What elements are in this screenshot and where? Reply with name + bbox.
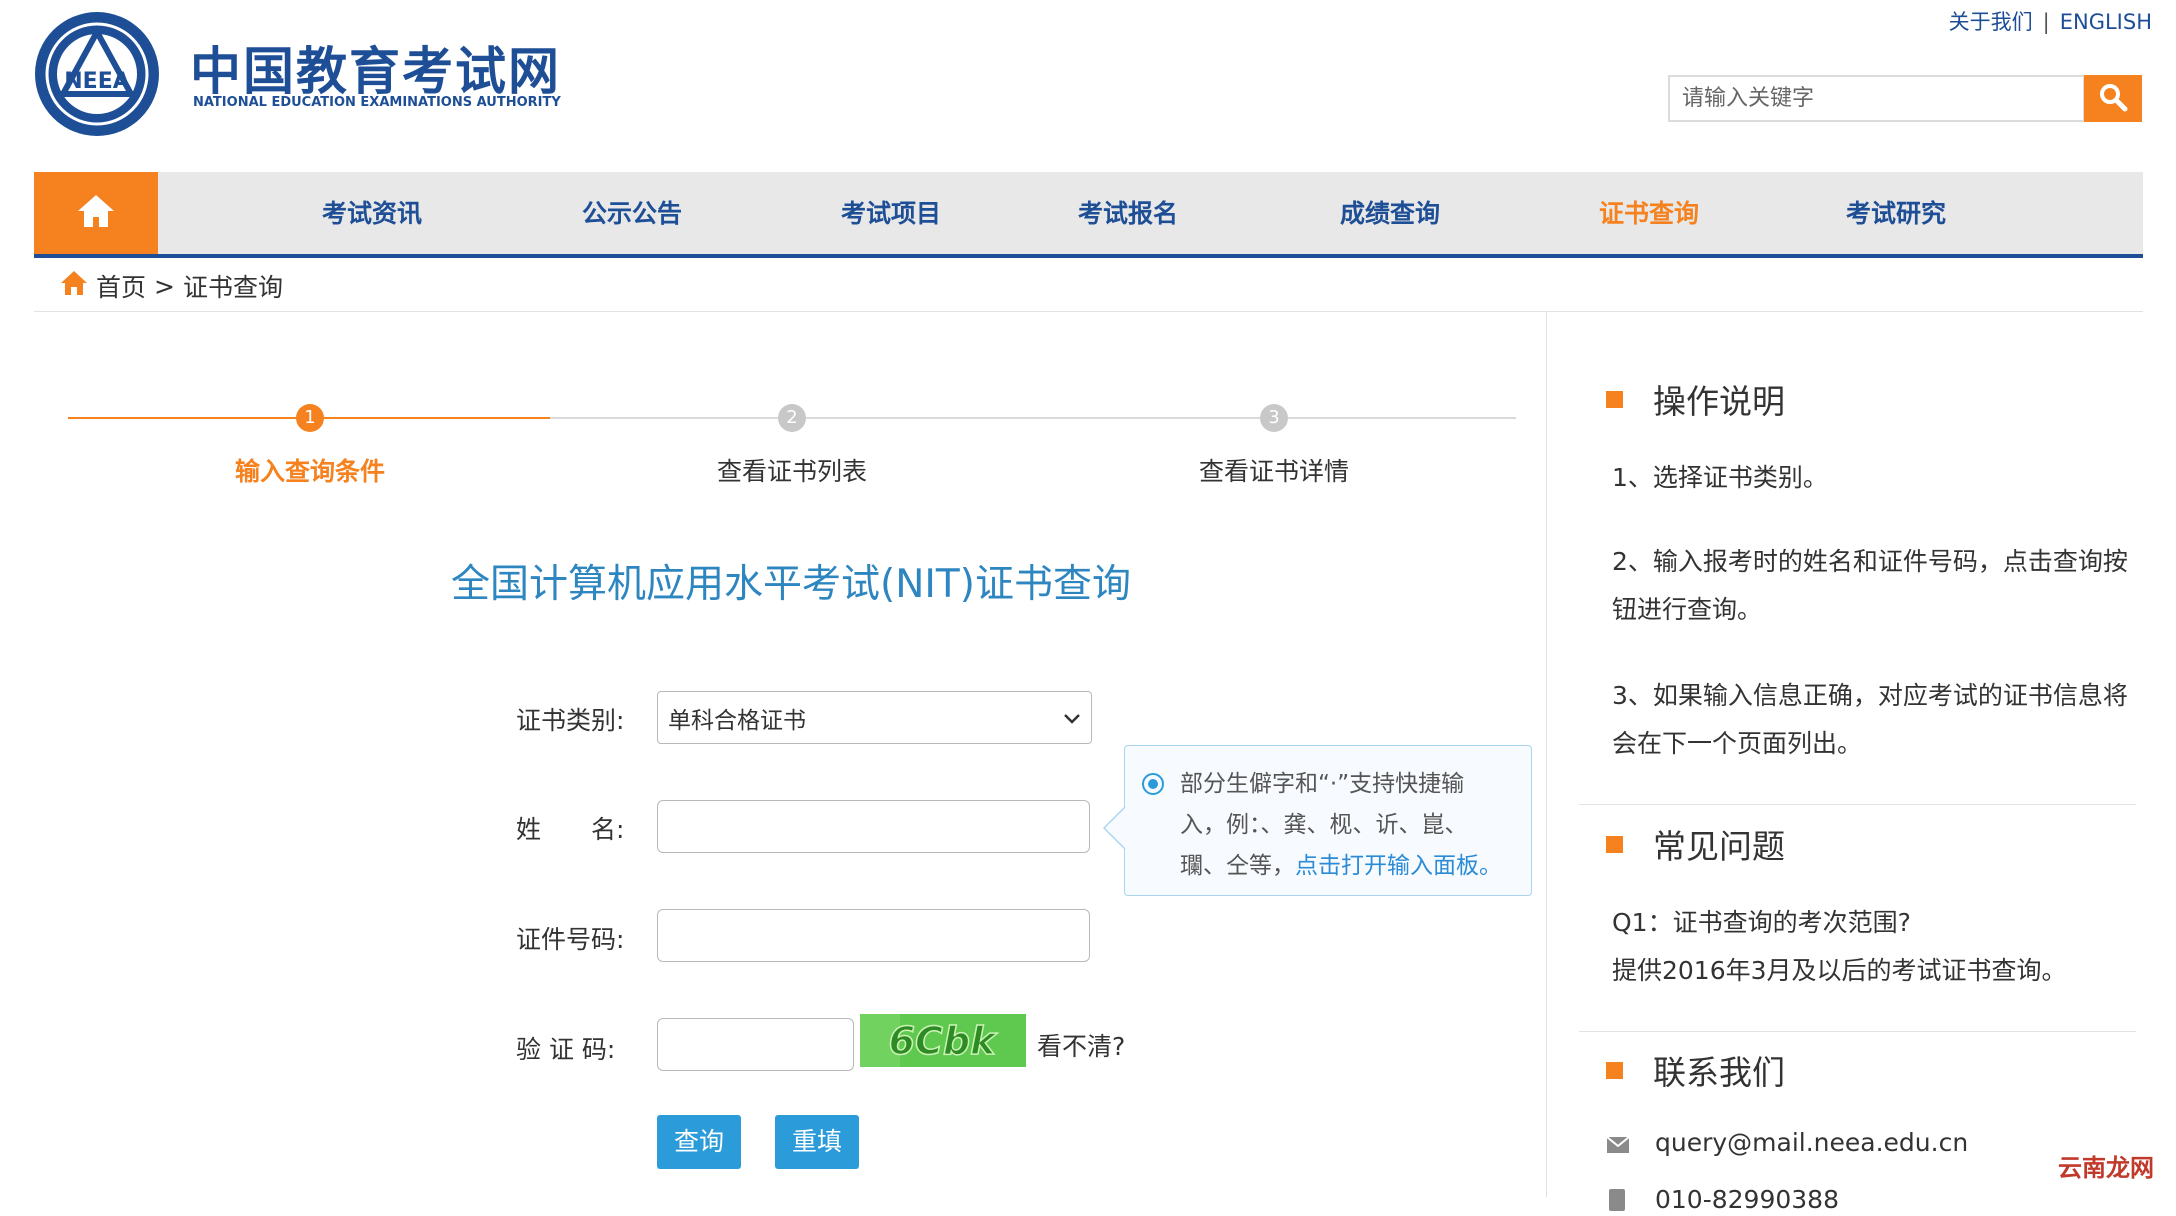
contact-email[interactable]: query@mail.neea.edu.cn: [1655, 1128, 1968, 1157]
info-radio-icon: [1142, 773, 1164, 795]
captcha-refresh-link[interactable]: 看不清?: [1037, 1027, 1125, 1063]
cert-type-select[interactable]: 单科合格证书: [657, 691, 1092, 744]
logo-emblem-text: NEEA: [64, 69, 130, 94]
name-label: 姓 名:: [516, 815, 625, 844]
breadcrumb-current: 证书查询: [182, 273, 283, 302]
top-links: 关于我们 | ENGLISH: [1949, 6, 2152, 36]
query-button[interactable]: 查询: [657, 1115, 741, 1169]
site-logo-chinese[interactable]: 中国教育考试网: [190, 30, 561, 104]
breadcrumb-divider: [34, 311, 2143, 312]
id-number-input[interactable]: [657, 909, 1090, 962]
step-1-indicator: 1: [296, 404, 324, 432]
nav-item-certificate-query[interactable]: 证书查询: [1599, 172, 1699, 254]
faq-heading-text: 常见问题: [1653, 827, 1785, 866]
search-button[interactable]: [2084, 75, 2142, 122]
nav-item-announcements[interactable]: 公示公告: [582, 172, 682, 254]
nav-home-button[interactable]: [34, 172, 158, 254]
contact-heading-text: 联系我们: [1653, 1053, 1785, 1092]
captcha-label: 验 证 码:: [516, 1035, 616, 1064]
english-link[interactable]: ENGLISH: [2060, 10, 2152, 34]
captcha-image[interactable]: 6Cbk: [860, 1014, 1026, 1067]
step-1-label: 输入查询条件: [234, 457, 386, 486]
form-title: 全国计算机应用水平考试(NIT)证书查询: [451, 562, 1131, 607]
faq-answer: 提供2016年3月及以后的考试证书查询。: [1612, 956, 2067, 985]
sidebar-section-divider-1: [1579, 804, 2136, 805]
reset-button[interactable]: 重填: [775, 1115, 859, 1169]
tooltip-arrow-inner: [1105, 807, 1126, 849]
breadcrumb-separator: >: [154, 271, 175, 301]
sidebar-divider: [1546, 312, 1547, 1197]
breadcrumb-home[interactable]: 首页: [96, 268, 146, 304]
open-input-panel-link[interactable]: 点击打开输入面板。: [1295, 853, 1502, 879]
cert-type-selected-value: 单科合格证书: [668, 707, 806, 734]
nav-item-registration[interactable]: 考试报名: [1078, 172, 1178, 254]
breadcrumb: 首页 > 证书查询: [60, 268, 283, 304]
email-icon: [1606, 1136, 1630, 1158]
chevron-down-icon: [1063, 705, 1081, 731]
tooltip-line-1: 部分生僻字和“·”支持快捷输: [1180, 771, 1465, 797]
cert-type-label: 证书类别:: [516, 706, 625, 735]
ops-heading-square-icon: [1606, 390, 1623, 408]
phone-icon: [1608, 1188, 1626, 1216]
id-number-label: 证件号码:: [516, 925, 625, 954]
top-links-separator: |: [2042, 10, 2050, 34]
sidebar-section-divider-2: [1579, 1031, 2136, 1032]
neea-logo-emblem[interactable]: NEEA: [33, 10, 161, 138]
site-logo-english: NATIONAL EDUCATION EXAMINATIONS AUTHORIT…: [193, 95, 561, 110]
ops-heading-text: 操作说明: [1653, 382, 1785, 421]
contact-phone: 010-82990388: [1655, 1185, 1839, 1214]
faq-question: Q1：证书查询的考次范围?: [1612, 908, 1911, 937]
contact-heading-square-icon: [1606, 1061, 1623, 1079]
nav-item-exam-projects[interactable]: 考试项目: [841, 172, 941, 254]
home-icon: [76, 193, 116, 233]
nav-item-exam-research[interactable]: 考试研究: [1846, 172, 1946, 254]
tooltip-line-2: 入，例：、龚、枧、䜣、崑、: [1180, 812, 1468, 838]
ops-item-3: 3、如果输入信息正确，对应考试的证书信息将会在下一个页面列出。: [1612, 681, 2128, 758]
nav-item-exam-news[interactable]: 考试资讯: [322, 172, 422, 254]
search-input[interactable]: [1670, 77, 2094, 120]
input-tip-box: 部分生僻字和“·”支持快捷输 入，例：、龚、枧、䜣、崑、 瓓、仝等，点击打开输入…: [1124, 745, 1532, 896]
tooltip-line-3: 瓓、仝等，点击打开输入面板。: [1180, 846, 1513, 887]
step-2-label: 查看证书列表: [716, 457, 868, 486]
step-3-label: 查看证书详情: [1198, 457, 1350, 486]
nav-item-score-query[interactable]: 成绩查询: [1340, 172, 1440, 254]
search-box: [1668, 75, 2094, 122]
faq-heading: 常见问题: [1606, 820, 1785, 868]
faq-heading-square-icon: [1606, 835, 1623, 853]
watermark-logo: 云南龙网: [2058, 1154, 2154, 1182]
step-2-indicator: 2: [778, 404, 806, 432]
breadcrumb-home-icon: [60, 270, 88, 302]
ops-heading: 操作说明: [1606, 375, 1785, 423]
ops-item-1: 1、选择证书类别。: [1612, 463, 1828, 492]
name-input[interactable]: [657, 800, 1090, 853]
about-us-link[interactable]: 关于我们: [1949, 6, 2033, 36]
main-nav: 考试资讯 公示公告 考试项目 考试报名 成绩查询 证书查询 考试研究: [34, 172, 2143, 258]
contact-heading: 联系我们: [1606, 1046, 1785, 1094]
tooltip-line-3-text: 瓓、仝等，: [1180, 853, 1295, 879]
ops-item-2: 2、输入报考时的姓名和证件号码，点击查询按钮进行查询。: [1612, 547, 2128, 624]
step-progress-line: [550, 417, 1516, 419]
captcha-image-text: 6Cbk: [889, 1019, 999, 1063]
step-3-indicator: 3: [1260, 404, 1288, 432]
captcha-input[interactable]: [657, 1018, 854, 1071]
search-icon: [2098, 82, 2128, 116]
